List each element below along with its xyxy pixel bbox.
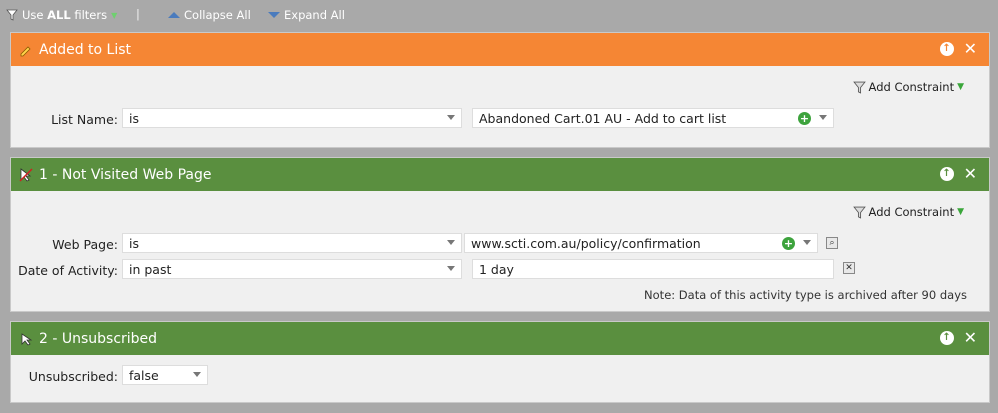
expand-all-button[interactable]: Expand All	[268, 8, 345, 22]
add-constraint-label: Add Constraint	[868, 80, 955, 94]
archive-note: Note: Data of this activity type is arch…	[644, 288, 967, 302]
filter-header: 1 - Not Visited Web Page ↑ ✕	[11, 158, 989, 191]
filter-title: 2 - Unsubscribed	[39, 330, 158, 347]
filter-card-unsubscribed: 2 - Unsubscribed ↑ ✕ Unsubscribed: false	[10, 321, 990, 403]
plus-circle-icon[interactable]: +	[782, 237, 795, 250]
unsubscribe-icon	[21, 332, 33, 346]
select-value: Abandoned Cart.01 AU - Add to cart list	[479, 110, 727, 126]
collapse-all-label: Collapse All	[184, 8, 251, 22]
date-of-activity-operator-select[interactable]: in past	[122, 259, 462, 279]
triangle-up-icon	[168, 12, 180, 18]
toolbar-separator: |	[136, 7, 140, 21]
add-constraint-button[interactable]: Add Constraint ▼	[852, 80, 964, 94]
web-page-operator-select[interactable]: is	[122, 233, 462, 253]
chevron-down-icon	[193, 372, 201, 377]
use-all-filters-dropdown[interactable]: Use ALL filters ▼	[6, 8, 117, 22]
unsubscribed-value-select[interactable]: false	[122, 365, 208, 385]
filter-title: Added to List	[39, 41, 132, 58]
select-value: false	[129, 367, 159, 383]
collapse-all-button[interactable]: Collapse All	[168, 8, 251, 22]
filter-title: 1 - Not Visited Web Page	[39, 166, 212, 183]
web-page-label: Web Page:	[52, 237, 118, 252]
expand-all-label: Expand All	[284, 8, 345, 22]
date-of-activity-value-input[interactable]: 1 day	[472, 259, 834, 279]
add-constraint-button[interactable]: Add Constraint ▼	[852, 205, 964, 219]
use-all-filters-label: Use ALL filters	[22, 8, 108, 22]
filter-icon	[852, 206, 866, 219]
unsubscribed-label: Unsubscribed:	[28, 369, 118, 384]
filter-header: Added to List ↑ ✕	[11, 33, 989, 66]
chevron-down-icon	[803, 240, 811, 245]
chevron-down-icon	[447, 240, 455, 245]
arrow-up-circle-icon[interactable]: ↑	[939, 167, 954, 181]
chevron-down-icon: ▼	[957, 82, 964, 92]
close-icon[interactable]: ✕	[964, 166, 977, 182]
filter-icon	[852, 81, 866, 94]
browse-icon[interactable]: ⌕	[826, 237, 838, 249]
list-name-value-select[interactable]: Abandoned Cart.01 AU - Add to cart list	[472, 108, 834, 128]
add-constraint-label: Add Constraint	[868, 205, 955, 219]
select-value: in past	[129, 261, 172, 277]
close-icon[interactable]: ✕	[964, 41, 977, 57]
chevron-down-icon: ▼	[111, 10, 118, 20]
arrow-up-circle-icon[interactable]: ↑	[939, 331, 954, 345]
pencil-list-icon	[20, 45, 31, 56]
filter-icon	[6, 9, 18, 21]
select-value: is	[129, 235, 139, 251]
triangle-down-icon	[268, 12, 280, 18]
chevron-down-icon	[819, 115, 827, 120]
close-icon[interactable]: ✕	[964, 330, 977, 346]
select-value: www.scti.com.au/policy/confirmation	[471, 235, 701, 251]
list-name-operator-select[interactable]: is	[122, 108, 462, 128]
filter-card-not-visited-web-page: 1 - Not Visited Web Page ↑ ✕ Add Constra…	[10, 157, 990, 312]
chevron-down-icon	[447, 266, 455, 271]
clear-icon[interactable]: ✕	[843, 262, 855, 274]
list-name-label: List Name:	[51, 112, 118, 127]
filter-card-added-to-list: Added to List ↑ ✕ Add Constraint ▼ List …	[10, 32, 990, 148]
cursor-icon	[19, 167, 33, 182]
web-page-value-select[interactable]: www.scti.com.au/policy/confirmation	[464, 233, 818, 253]
chevron-down-icon: ▼	[957, 207, 964, 217]
plus-circle-icon[interactable]: +	[798, 112, 811, 125]
arrow-up-circle-icon[interactable]: ↑	[939, 42, 954, 56]
filter-toolbar: Use ALL filters ▼ | Collapse All Expand …	[0, 0, 998, 30]
select-value: is	[129, 110, 139, 126]
input-value: 1 day	[479, 261, 514, 277]
date-of-activity-label: Date of Activity:	[18, 263, 118, 278]
filter-header: 2 - Unsubscribed ↑ ✕	[11, 322, 989, 355]
chevron-down-icon	[447, 115, 455, 120]
